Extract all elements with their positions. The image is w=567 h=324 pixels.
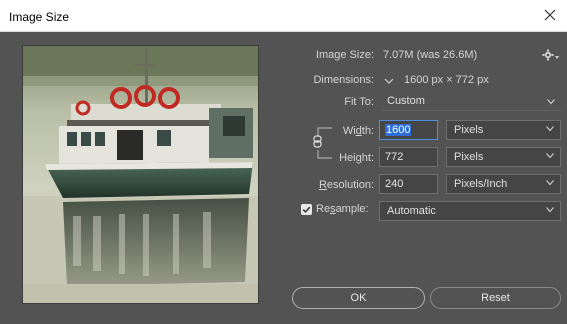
- width-unit-dropdown[interactable]: Pixels: [446, 120, 561, 140]
- resample-checkbox[interactable]: [301, 204, 312, 215]
- height-unit-dropdown[interactable]: Pixels: [446, 147, 561, 167]
- chevron-down-icon: [546, 126, 554, 132]
- resolution-value: 240: [385, 178, 404, 190]
- resample-method-dropdown[interactable]: Automatic: [379, 201, 561, 221]
- fit-to-value: Custom: [387, 95, 425, 107]
- image-size-label: Image Size:: [315, 49, 374, 61]
- height-label: Height:: [339, 152, 374, 164]
- fit-to-dropdown[interactable]: Custom: [381, 93, 561, 111]
- resolution-label: Resolution:: [318, 179, 374, 191]
- fit-to-label: Fit To:: [344, 96, 374, 108]
- chevron-down-icon: [547, 99, 555, 105]
- checkmark-icon: [302, 206, 311, 214]
- image-size-value: 7.07M (was 26.6M): [383, 49, 478, 61]
- height-value: 772: [385, 151, 404, 163]
- resolution-input[interactable]: 240: [379, 174, 438, 194]
- resolution-unit-dropdown[interactable]: Pixels/Inch: [446, 174, 561, 194]
- width-label: Width:: [342, 125, 374, 137]
- chevron-down-icon: [546, 153, 554, 159]
- width-unit-value: Pixels: [454, 124, 484, 136]
- boat-photo: [23, 46, 258, 303]
- ok-button[interactable]: OK: [292, 287, 425, 309]
- gear-icon[interactable]: [542, 48, 560, 62]
- chevron-down-icon: [546, 207, 554, 213]
- dimensions-value: 1600 px × 772 px: [404, 74, 489, 86]
- width-value: 1600: [385, 124, 412, 136]
- height-unit-value: Pixels: [454, 151, 484, 163]
- resolution-unit-value: Pixels/Inch: [454, 178, 508, 190]
- image-preview[interactable]: [22, 45, 259, 304]
- close-icon[interactable]: [541, 6, 559, 24]
- title-bar: Image Size: [0, 0, 567, 32]
- resample-label: Resample:: [316, 203, 369, 215]
- dimensions-chevron-icon[interactable]: [383, 76, 395, 86]
- height-input[interactable]: 772: [379, 147, 438, 167]
- width-input[interactable]: 1600: [379, 120, 438, 140]
- image-size-dialog: Image Size Image Size: 7.07M (was 26.6M)…: [0, 0, 567, 324]
- resample-method-value: Automatic: [387, 205, 436, 217]
- reset-button[interactable]: Reset: [430, 287, 561, 309]
- dimensions-label: Dimensions:: [313, 74, 374, 86]
- chevron-down-icon: [546, 180, 554, 186]
- dialog-title: Image Size: [9, 10, 70, 24]
